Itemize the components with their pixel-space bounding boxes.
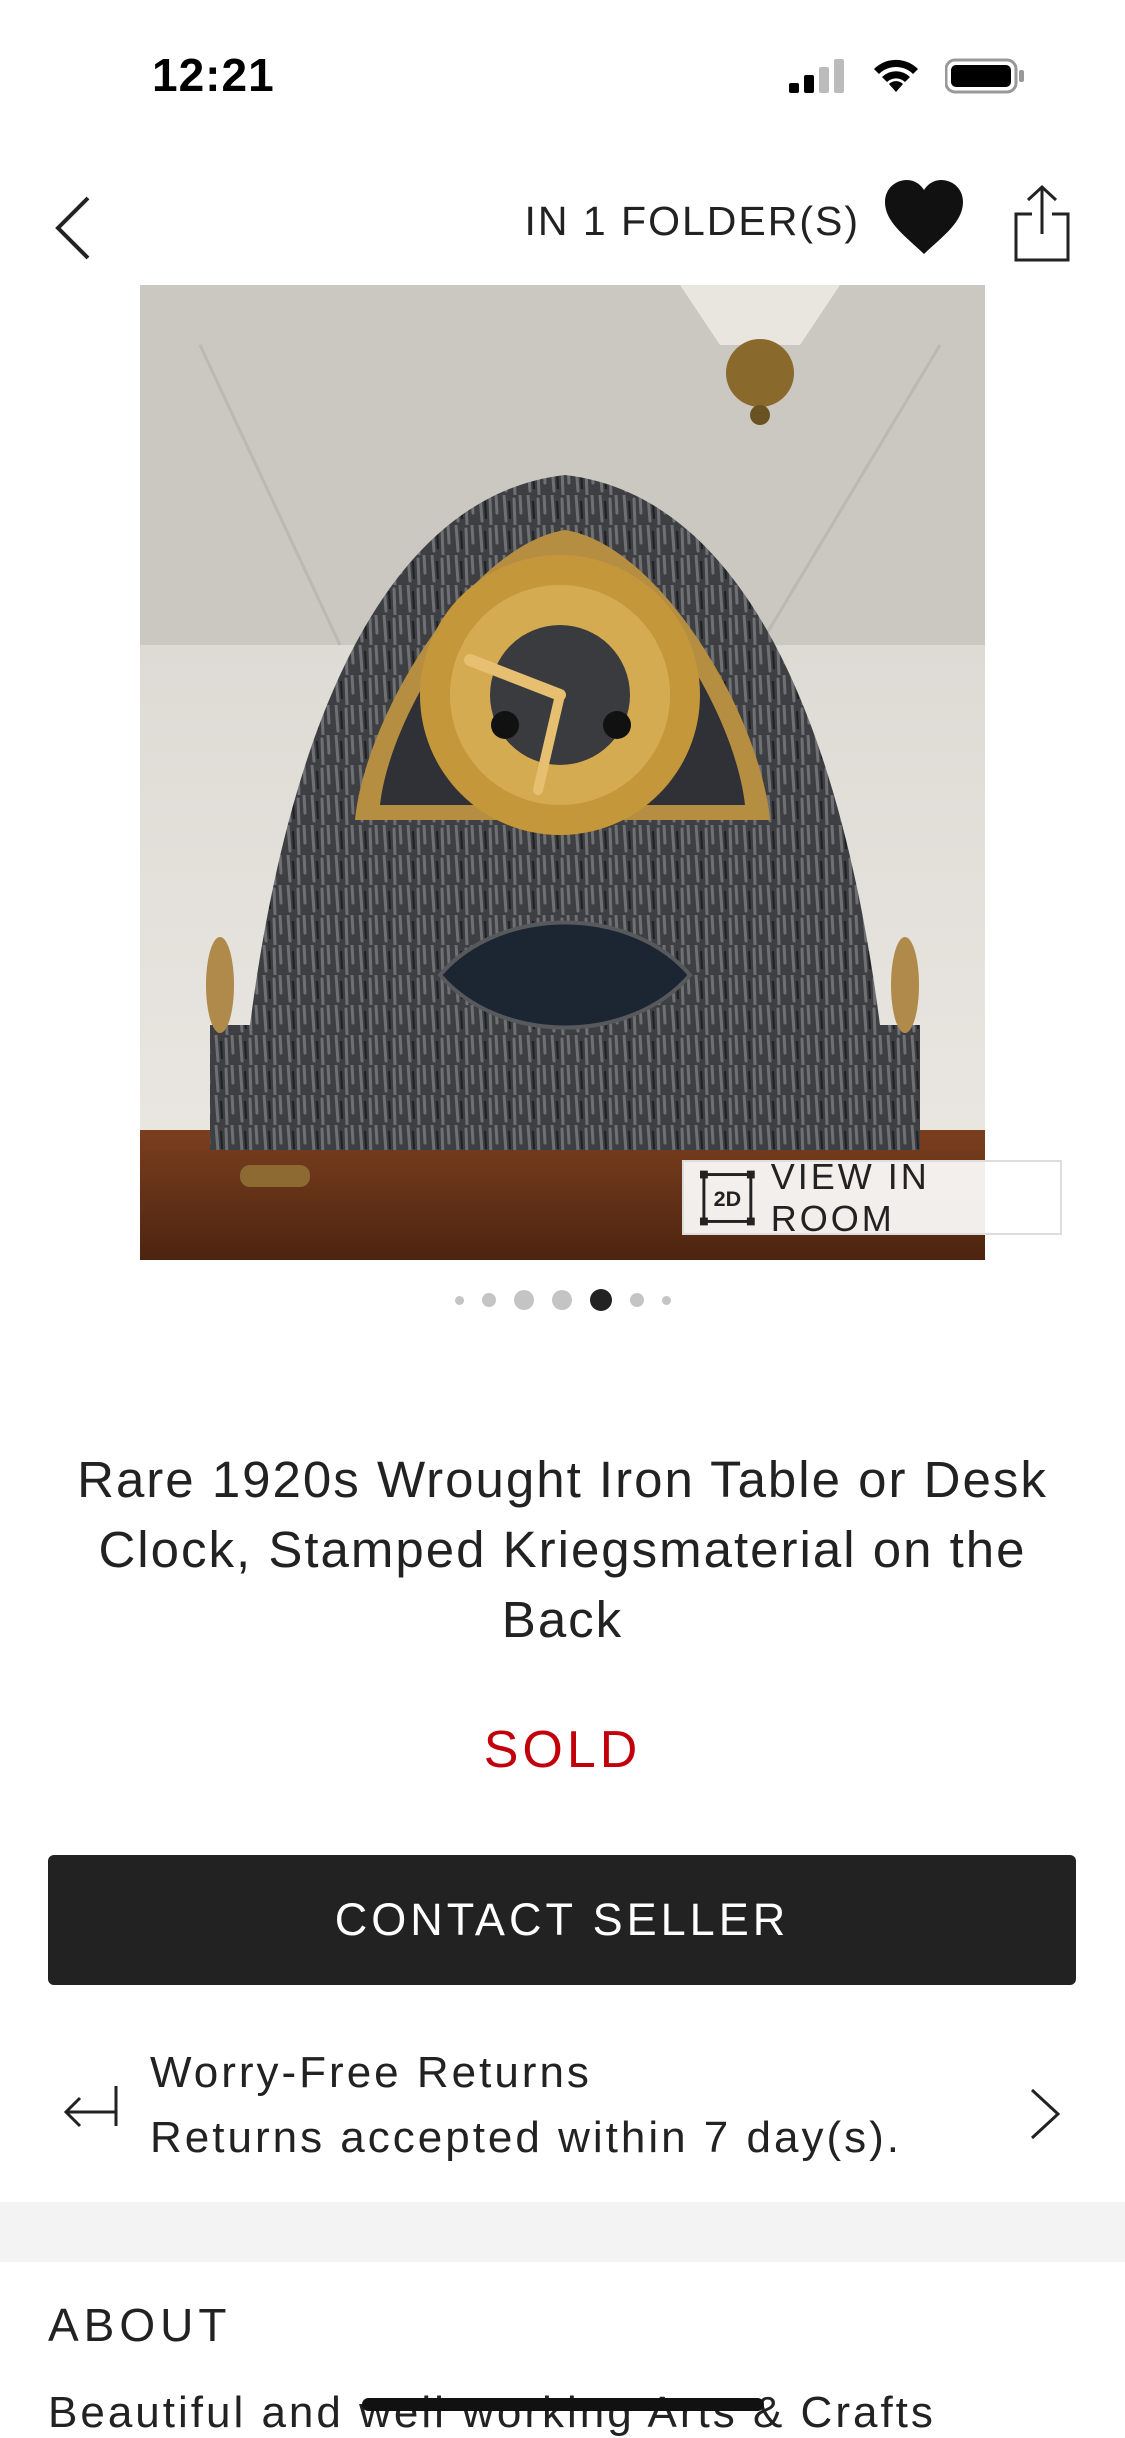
about-heading: ABOUT (48, 2299, 232, 2351)
chevron-right-icon (1030, 2088, 1061, 2140)
gallery-pagination (0, 1280, 1125, 1320)
signal-icon (789, 59, 844, 93)
pagination-dot-active[interactable] (589, 1289, 612, 1311)
home-indicator[interactable] (362, 2398, 764, 2411)
wifi-icon (874, 59, 918, 92)
product-title: Rare 1920s Wrought Iron Table or Desk Cl… (77, 1451, 1048, 1648)
pagination-dot[interactable] (661, 1295, 671, 1305)
status-time: 12:21 (152, 49, 275, 101)
about-text: Beautiful and well working Arts & Crafts (48, 2388, 936, 2437)
returns-icon (63, 2086, 118, 2128)
share-icon[interactable] (1012, 184, 1072, 264)
product-image[interactable] (140, 285, 985, 1260)
view-in-room-button[interactable]: 2D VIEW IN ROOM (682, 1156, 1062, 1239)
returns-subtitle: Returns accepted within 7 day(s). (150, 2113, 902, 2162)
folders-link[interactable]: IN 1 FOLDER(S) (480, 198, 860, 245)
sold-status: SOLD (483, 1721, 642, 1779)
back-icon[interactable] (50, 190, 110, 266)
status-icons (789, 56, 1025, 96)
top-nav: IN 1 FOLDER(S) (0, 160, 1125, 280)
view-in-room-label: VIEW IN ROOM (770, 1155, 930, 1239)
cube-icon: 2D (700, 1170, 755, 1225)
battery-icon (945, 58, 1024, 94)
pagination-dot[interactable] (629, 1293, 644, 1307)
heart-icon[interactable] (883, 178, 965, 258)
returns-row[interactable]: Worry-Free Returns Returns accepted with… (0, 2030, 1125, 2190)
pagination-dot[interactable] (551, 1290, 572, 1310)
returns-title: Worry-Free Returns (150, 2048, 592, 2097)
contact-seller-button[interactable]: CONTACT SELLER (48, 1855, 1076, 1985)
pagination-dot[interactable] (513, 1290, 534, 1310)
clock-photo (140, 285, 985, 1260)
status-bar: 12:21 (0, 0, 1125, 150)
section-divider (0, 2202, 1125, 2262)
pagination-dot[interactable] (454, 1295, 464, 1305)
view-in-room-badge: 2D (714, 1186, 741, 1210)
pagination-dot[interactable] (481, 1293, 496, 1307)
